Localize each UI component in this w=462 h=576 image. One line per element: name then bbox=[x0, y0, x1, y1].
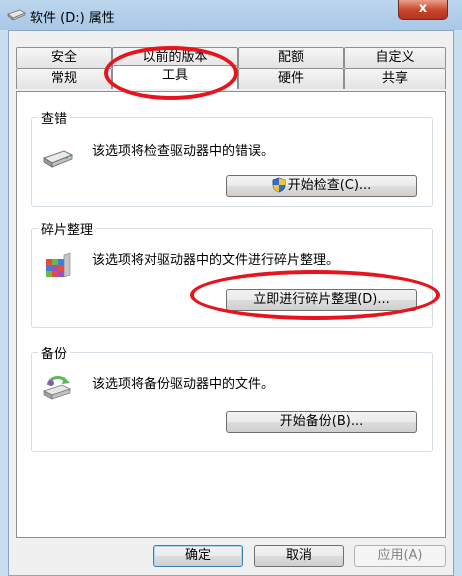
tab-customize[interactable]: 自定义 bbox=[344, 47, 446, 68]
cancel-button[interactable]: 取消 bbox=[254, 545, 344, 567]
group-description: 该选项将检查驱动器中的错误。 bbox=[92, 144, 275, 159]
properties-dialog: 安全 以前的版本 配额 自定义 常规 工具 硬件 共享 查错 该选项将检查驱动器… bbox=[8, 30, 454, 576]
drive-icon bbox=[7, 9, 26, 21]
backup-now-button[interactable]: 开始备份(B)... bbox=[226, 411, 417, 433]
drive-icon bbox=[42, 150, 74, 168]
error-checking-group: 查错 该选项将检查驱动器中的错误。 开始检查(C)... bbox=[31, 108, 433, 207]
backup-group: 备份 该选项将备份驱动器中的文件。 开始备份(B)... bbox=[31, 343, 433, 452]
group-title: 备份 bbox=[38, 343, 71, 362]
apply-button[interactable]: 应用(A) bbox=[354, 545, 446, 567]
group-title: 碎片整理 bbox=[38, 219, 97, 238]
tab-quota[interactable]: 配额 bbox=[238, 47, 344, 68]
tab-hardware[interactable]: 硬件 bbox=[238, 68, 344, 89]
defrag-now-button[interactable]: 立即进行碎片整理(D)... bbox=[226, 289, 417, 311]
close-icon: x bbox=[418, 1, 428, 16]
group-description: 该选项将备份驱动器中的文件。 bbox=[92, 377, 275, 392]
defrag-group: 碎片整理 该选项将对驱动器中的文件进行碎片整理。 立即进行碎片整理(D)... bbox=[31, 219, 433, 328]
defrag-icon bbox=[46, 252, 71, 278]
tools-panel: 查错 该选项将检查驱动器中的错误。 开始检查(C)... 碎片整理 该选项将对驱… bbox=[16, 91, 446, 538]
backup-icon bbox=[42, 376, 72, 400]
window-title: 软件 (D:) 属性 bbox=[30, 11, 115, 26]
check-now-button[interactable]: 开始检查(C)... bbox=[226, 175, 417, 197]
uac-shield-icon bbox=[272, 177, 286, 192]
group-description: 该选项将对驱动器中的文件进行碎片整理。 bbox=[92, 253, 340, 268]
ok-button[interactable]: 确定 bbox=[153, 545, 243, 567]
close-button[interactable]: x bbox=[398, 0, 448, 20]
tab-tools[interactable]: 工具 bbox=[112, 65, 238, 89]
tab-sharing[interactable]: 共享 bbox=[344, 68, 446, 89]
tab-general[interactable]: 常规 bbox=[16, 68, 112, 89]
tab-security[interactable]: 安全 bbox=[16, 47, 112, 68]
title-bar[interactable]: 软件 (D:) 属性 x bbox=[0, 0, 462, 30]
group-title: 查错 bbox=[38, 108, 71, 127]
